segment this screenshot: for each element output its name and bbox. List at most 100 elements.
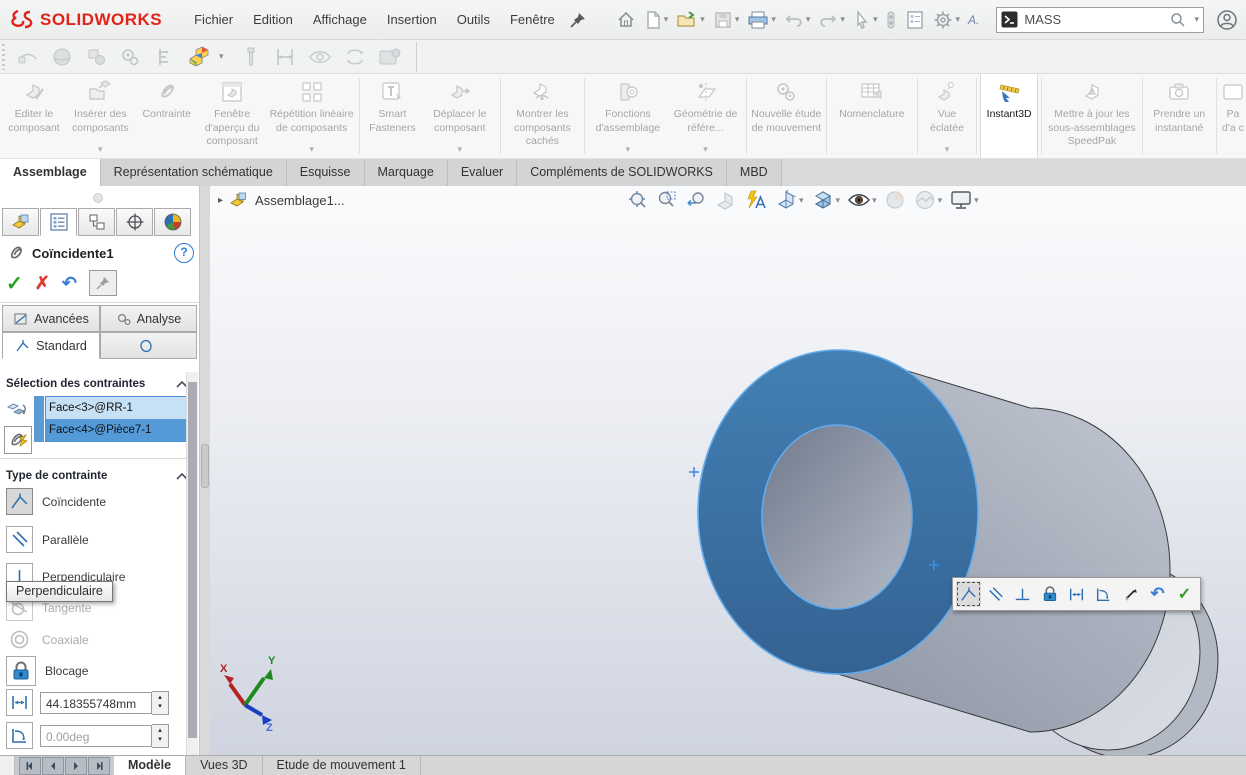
print-dropdown-icon[interactable]: ▾ (771, 14, 776, 25)
spin-down-icon[interactable]: ▾ (158, 736, 162, 744)
ribbon-mate[interactable]: Contrainte (137, 74, 197, 158)
ribbon-new-motion-study[interactable]: Nouvelle étude de mouvement (750, 74, 823, 158)
ctx-angle-button[interactable] (1091, 581, 1116, 607)
tab-modele[interactable]: Modèle (114, 756, 186, 775)
dropdown-icon[interactable]: ▾ (703, 144, 708, 155)
distance-input[interactable]: 44.18355748mm (40, 692, 152, 714)
configurationmanager-tab[interactable] (78, 208, 115, 236)
search-icon[interactable] (1170, 12, 1186, 28)
menu-fenetre[interactable]: Fenêtre (500, 0, 565, 40)
new-document-button[interactable]: ▾ (641, 8, 672, 32)
search-box[interactable]: MASS ▾ (996, 7, 1204, 33)
dropdown-icon[interactable]: ▾ (945, 144, 950, 155)
menu-fichier[interactable]: Fichier (184, 0, 243, 40)
ribbon-show-hidden[interactable]: Montrer les composants cachés (504, 74, 581, 158)
propertymanager-tab[interactable] (40, 208, 77, 236)
search-input[interactable]: MASS (1024, 12, 1164, 27)
ctx-flip-alignment-button[interactable] (1118, 581, 1143, 607)
ribbon-exploded-view[interactable]: Vue éclatée ▾ (921, 74, 973, 158)
panel-resize-dot[interactable] (93, 193, 103, 203)
next-tab-button[interactable] (65, 757, 87, 775)
ctx-ok-button[interactable]: ✓ (1172, 581, 1197, 607)
section-selection-header[interactable]: Sélection des contraintes (6, 378, 188, 390)
ribbon-preview-window[interactable]: Fenêtre d'aperçu du composant (197, 74, 268, 158)
appearances-tab[interactable] (154, 208, 191, 236)
distance-button[interactable] (6, 689, 33, 716)
tab-etude-mouvement[interactable]: Etude de mouvement 1 (263, 756, 421, 775)
ribbon-take-snapshot[interactable]: Prendre un instantané (1146, 74, 1213, 158)
pin-menu-icon[interactable] (569, 11, 587, 29)
ribbon-edit-component[interactable]: Editer le composant (4, 74, 64, 158)
select-button[interactable]: ▾ (850, 8, 881, 32)
section-type-header[interactable]: Type de contrainte (6, 470, 188, 482)
graphics-viewport[interactable]: ▸ Assemblage1... ▾ ▾ ▾ ▾ ▾ (210, 186, 1246, 755)
model-canvas[interactable]: X Y Z (210, 186, 1246, 755)
tab-vues-3d[interactable]: Vues 3D (186, 756, 262, 775)
selection-item[interactable]: Face<4>@Pièce7-1 (46, 419, 194, 441)
ribbon-linear-pattern[interactable]: Répétition linéaire de composants ▾ (268, 74, 356, 158)
tab-standard[interactable]: Standard (2, 332, 100, 359)
dropdown-icon[interactable]: ▾ (98, 144, 103, 155)
spin-up-icon[interactable]: ▴ (158, 694, 162, 702)
dropdown-icon[interactable]: ▾ (457, 144, 462, 155)
prev-tab-button[interactable] (42, 757, 64, 775)
home-button[interactable] (613, 8, 639, 32)
colored-part-dropdown-icon[interactable]: ▾ (219, 51, 224, 62)
hole-interior-face[interactable] (762, 425, 912, 609)
print-button[interactable]: ▾ (744, 8, 779, 32)
ribbon-instant3d[interactable]: Instant3D (980, 74, 1038, 158)
first-tab-button[interactable] (19, 757, 41, 775)
tab-evaluer[interactable]: Evaluer (448, 159, 517, 186)
mate-type-parallel[interactable]: Parallèle (6, 526, 89, 553)
text-style-icon[interactable]: A. (965, 11, 982, 29)
panel-collapse-handle[interactable] (201, 444, 209, 488)
ribbon-smart-fasteners[interactable]: Smart Fasteners (363, 74, 423, 158)
lock-button[interactable] (6, 656, 36, 686)
search-dropdown-icon[interactable]: ▾ (1194, 14, 1199, 25)
tab-complements[interactable]: Compléments de SOLIDWORKS (517, 159, 727, 186)
menu-outils[interactable]: Outils (447, 0, 500, 40)
redo-button[interactable]: ▾ (815, 8, 848, 32)
swap-mate-alignment-icon[interactable] (4, 396, 30, 422)
gear-dropdown-icon[interactable]: ▾ (955, 14, 960, 25)
tab-esquisse[interactable]: Esquisse (287, 159, 365, 186)
spin-down-icon[interactable]: ▾ (158, 703, 162, 711)
tab-representation-schematique[interactable]: Représentation schématique (101, 159, 287, 186)
mate-selection-listbox[interactable]: Face<3>@RR-1 Face<4>@Pièce7-1 (45, 396, 195, 442)
cancel-button[interactable]: ✗ (35, 273, 50, 294)
dimxpert-tab[interactable] (116, 208, 153, 236)
menu-edition[interactable]: Edition (243, 0, 303, 40)
dropdown-icon[interactable]: ▾ (309, 144, 314, 155)
ribbon-update-speedpak[interactable]: Mettre à jour les sous-assemblages Speed… (1045, 74, 1139, 158)
tab-mbd[interactable]: MBD (727, 159, 782, 186)
save-dropdown-icon[interactable]: ▾ (735, 14, 740, 25)
menu-insertion[interactable]: Insertion (377, 0, 447, 40)
ribbon-reference-geometry[interactable]: Géométrie de référe... ▾ (668, 74, 743, 158)
new-dropdown-icon[interactable]: ▾ (664, 14, 669, 25)
angle-button[interactable] (6, 722, 33, 749)
mate-type-coaxial[interactable]: Coaxiale (6, 626, 89, 653)
options-gear-button[interactable]: ▾ (930, 8, 963, 32)
ctx-coincident-button[interactable] (956, 581, 981, 607)
keep-visible-pin-button[interactable] (89, 270, 117, 296)
menu-affichage[interactable]: Affichage (303, 0, 377, 40)
undo-button[interactable]: ↶ (62, 273, 77, 294)
ctx-parallel-button[interactable] (983, 581, 1008, 607)
open-button[interactable]: ▾ (673, 8, 708, 32)
tab-analyse[interactable]: Analyse (100, 305, 197, 332)
ribbon-insert-components[interactable]: Insérer des composants ▾ (64, 74, 137, 158)
ribbon-move-component[interactable]: Déplacer le composant ▾ (422, 74, 497, 158)
distance-spinner[interactable]: ▴ ▾ (152, 691, 169, 715)
account-icon[interactable] (1216, 9, 1238, 31)
ctx-distance-button[interactable] (1064, 581, 1089, 607)
search-scope-icon[interactable] (1001, 11, 1018, 28)
coincident-button[interactable] (6, 488, 33, 515)
angle-spinner[interactable]: ▴ ▾ (152, 724, 169, 748)
ctx-lock-button[interactable] (1037, 581, 1062, 607)
dropdown-icon[interactable]: ▾ (626, 144, 631, 155)
selection-filter-icon[interactable] (882, 8, 900, 32)
ribbon-clipped-button[interactable]: Pa d'a c (1220, 74, 1246, 158)
options-list-icon[interactable] (902, 8, 928, 32)
ctx-perpendicular-button[interactable] (1010, 581, 1035, 607)
angle-input[interactable]: 0.00deg (40, 725, 152, 747)
